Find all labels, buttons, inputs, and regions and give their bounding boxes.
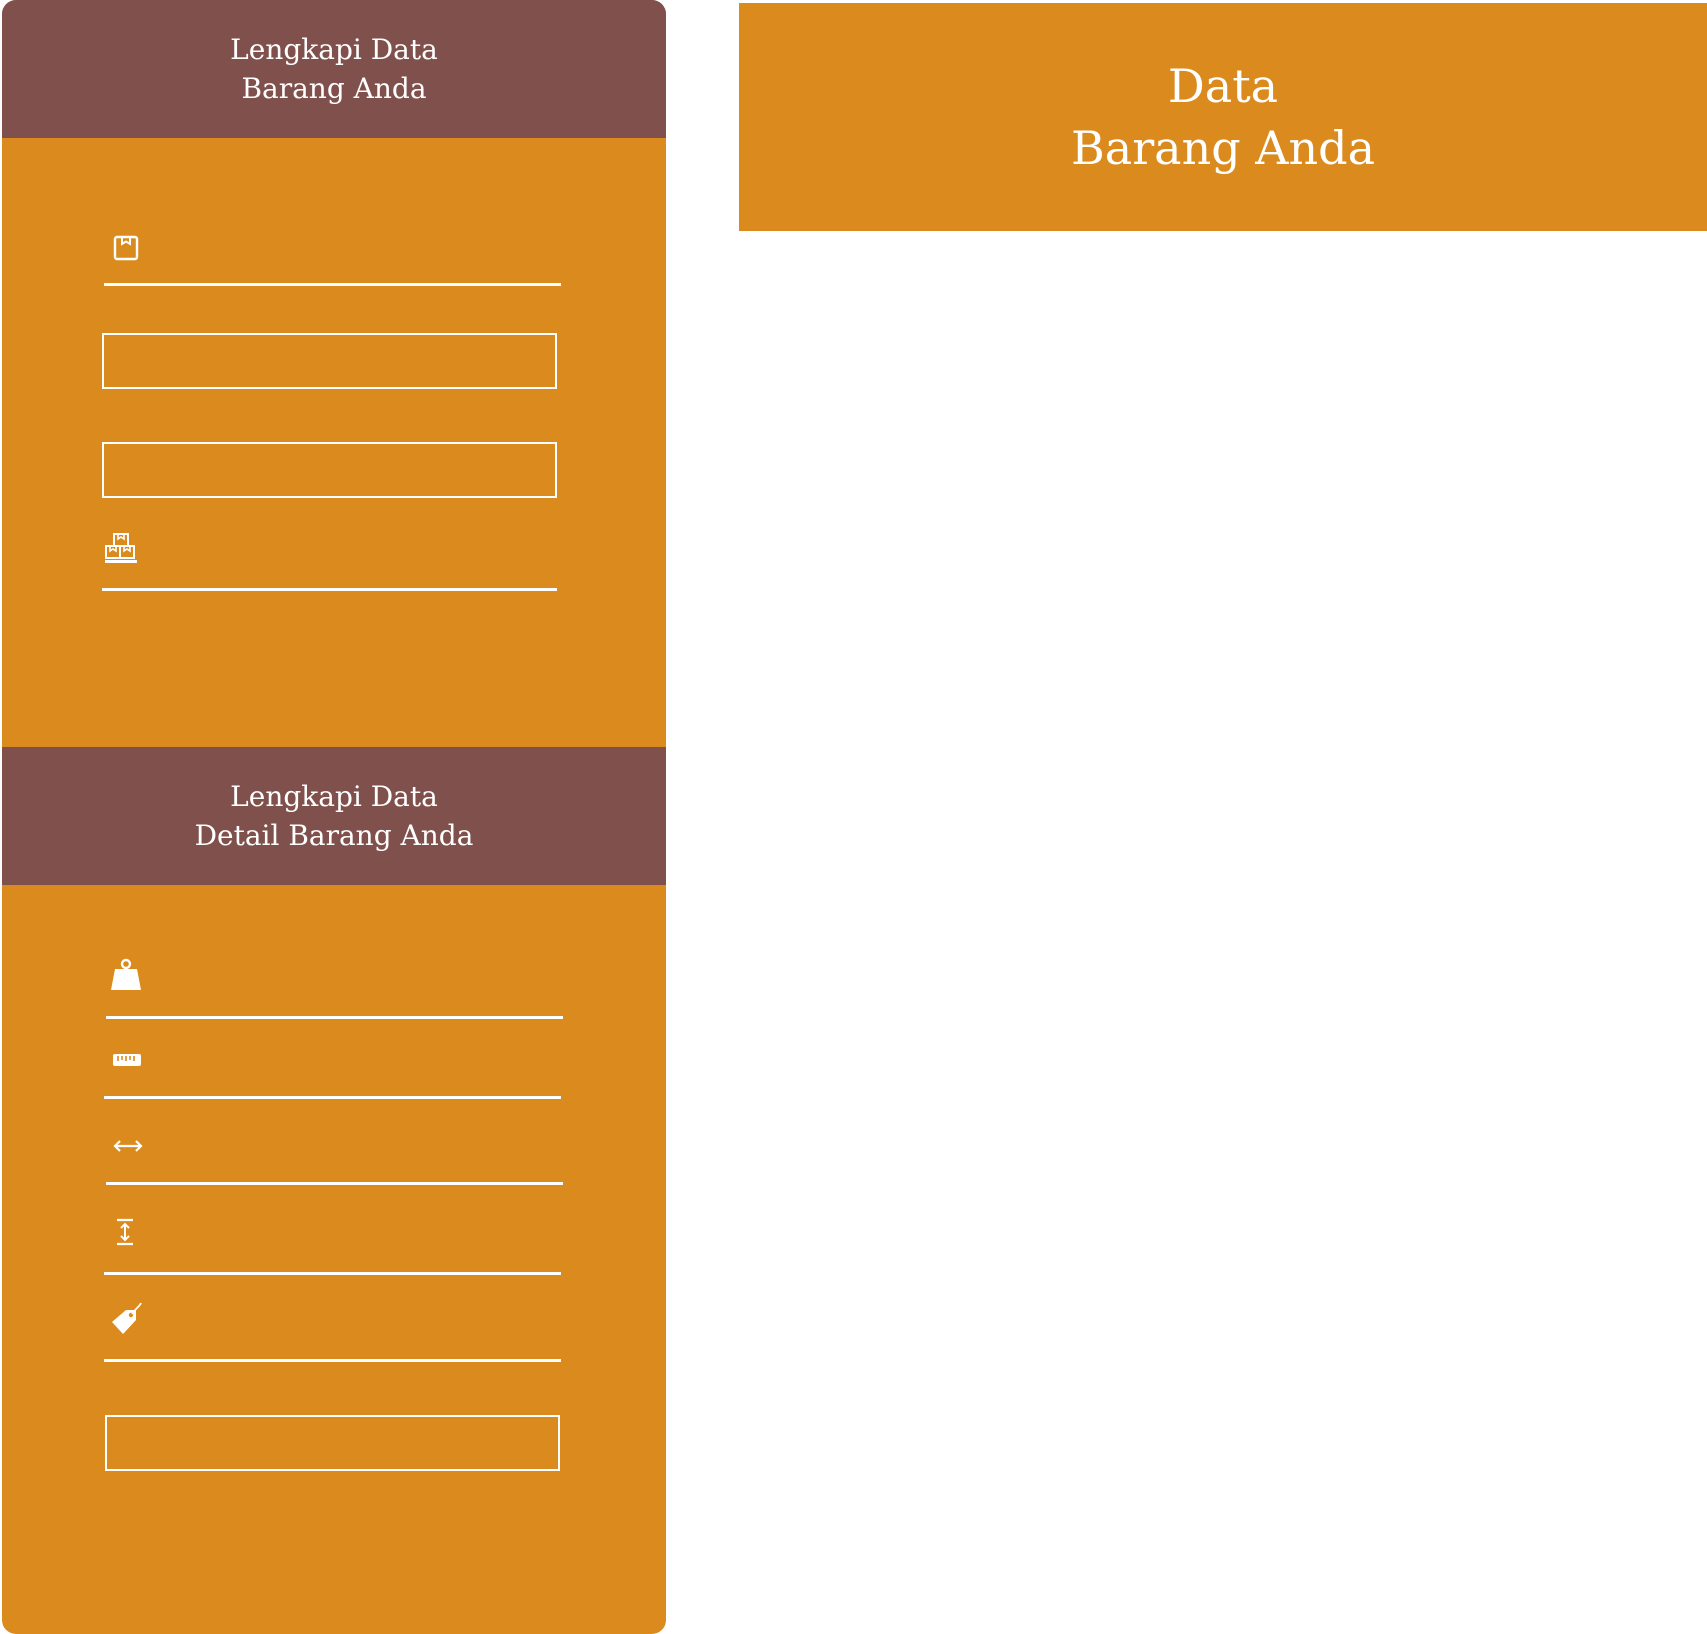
section-title-line-1: Lengkapi Data bbox=[230, 33, 438, 66]
price-underline bbox=[104, 1359, 561, 1362]
height-input[interactable] bbox=[154, 1216, 558, 1252]
width-arrows-icon bbox=[113, 1140, 143, 1152]
result-title-line-2: Barang Anda bbox=[1070, 121, 1376, 175]
section-header-barang: Lengkapi Data Barang Anda bbox=[2, 0, 666, 138]
item-name-input[interactable] bbox=[154, 235, 558, 271]
item-box-field-2[interactable] bbox=[102, 442, 557, 498]
result-banner: Data Barang Anda bbox=[739, 3, 1707, 231]
section-title-line-1: Lengkapi Data bbox=[230, 780, 438, 813]
width-underline bbox=[106, 1182, 563, 1185]
form-panel: Lengkapi Data Barang Anda Lengkapi Data … bbox=[2, 0, 666, 1634]
detail-box-field[interactable] bbox=[105, 1415, 560, 1471]
weight-underline bbox=[106, 1016, 563, 1019]
weight-icon bbox=[111, 958, 141, 990]
boxes-icon bbox=[105, 533, 137, 563]
length-underline bbox=[104, 1096, 561, 1099]
package-icon bbox=[113, 235, 139, 261]
item-box-input-1[interactable] bbox=[104, 335, 555, 387]
detail-box-input[interactable] bbox=[107, 1417, 558, 1469]
item-quantity-underline bbox=[102, 588, 557, 591]
price-input[interactable] bbox=[154, 1304, 558, 1340]
item-name-underline bbox=[104, 283, 561, 286]
height-underline bbox=[104, 1272, 561, 1275]
width-input[interactable] bbox=[154, 1130, 558, 1166]
height-arrows-icon bbox=[117, 1218, 133, 1246]
item-box-field-1[interactable] bbox=[102, 333, 557, 389]
item-quantity-input[interactable] bbox=[154, 536, 558, 572]
result-title-line-1: Data bbox=[1167, 59, 1279, 113]
section-title-line-2: Barang Anda bbox=[241, 72, 427, 105]
length-input[interactable] bbox=[154, 1044, 558, 1080]
section-header-detail: Lengkapi Data Detail Barang Anda bbox=[2, 747, 666, 885]
ruler-icon bbox=[113, 1054, 141, 1066]
section-title-line-2: Detail Barang Anda bbox=[194, 819, 474, 852]
price-tag-icon bbox=[112, 1302, 142, 1334]
item-box-input-2[interactable] bbox=[104, 444, 555, 496]
weight-input[interactable] bbox=[154, 960, 558, 996]
